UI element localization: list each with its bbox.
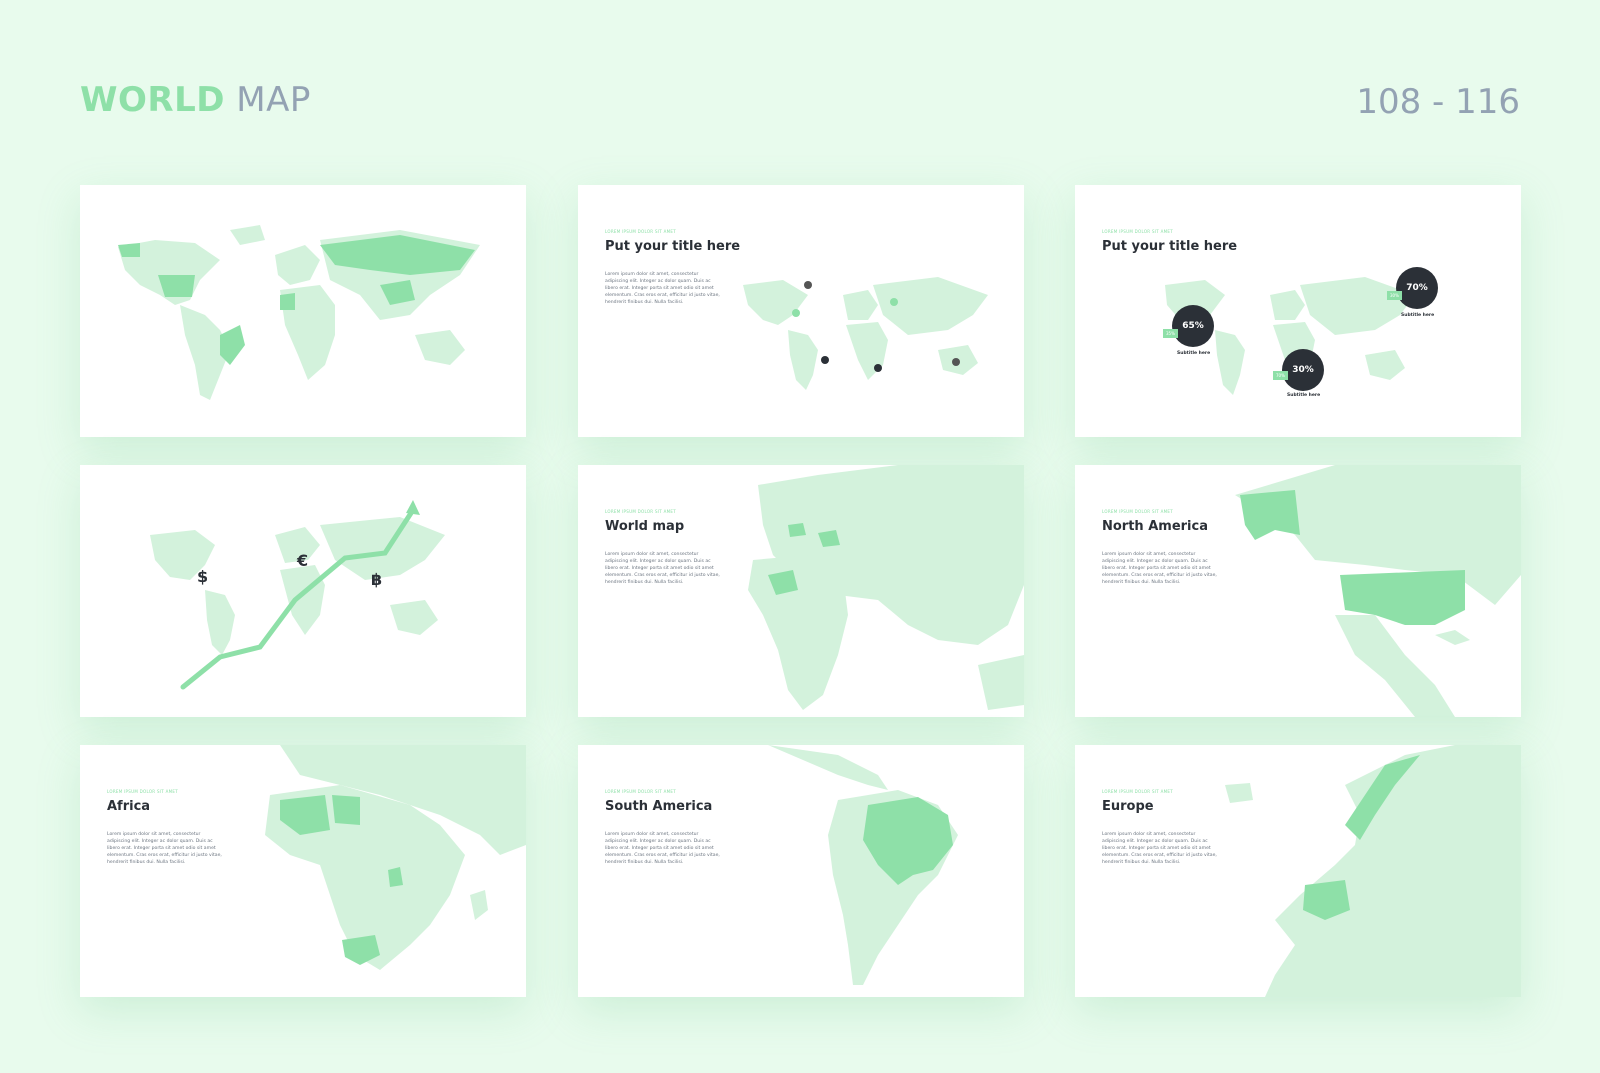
slide-europe[interactable]: LOREM IPSUM DOLOR SIT AMET Europe Lorem …: [1075, 745, 1521, 997]
slide-title: Africa: [107, 799, 151, 814]
africa-map-graphic: [265, 745, 526, 970]
dollar-icon: $: [197, 567, 209, 586]
slide-body: Lorem ipsum dolor sit amet, consectetur …: [1102, 552, 1217, 585]
slide-kicker: LOREM IPSUM DOLOR SIT AMET: [1102, 229, 1173, 234]
stat-subtitle: Subtitle here: [1177, 351, 1211, 356]
slide-kicker: LOREM IPSUM DOLOR SIT AMET: [1102, 509, 1173, 514]
slide-pins[interactable]: LOREM IPSUM DOLOR SIT AMET Put your titl…: [578, 185, 1024, 437]
slide-body: Lorem ipsum dolor sit amet, consectetur …: [605, 552, 720, 585]
slide-title: South America: [605, 799, 713, 814]
title-light: MAP: [236, 80, 311, 120]
slide-world-highlight[interactable]: [80, 185, 526, 437]
stat-bubble: 65%: [1172, 305, 1214, 347]
slide-body: Lorem ipsum dolor sit amet, consectetur …: [107, 832, 222, 865]
world-map-graphic: [118, 225, 480, 400]
slide-body: Lorem ipsum dolor sit amet, consectetur …: [605, 832, 720, 865]
euro-icon: €: [297, 551, 309, 570]
europe-map-graphic: [1225, 745, 1521, 997]
slide-body: Lorem ipsum dolor sit amet, consectetur …: [605, 272, 720, 305]
stat-tag: 70%: [1273, 371, 1288, 380]
stat-bubble: 30%: [1282, 349, 1324, 391]
slide-kicker: LOREM IPSUM DOLOR SIT AMET: [605, 229, 676, 234]
slide-south-america[interactable]: LOREM IPSUM DOLOR SIT AMET South America…: [578, 745, 1024, 997]
slide-kicker: LOREM IPSUM DOLOR SIT AMET: [605, 509, 676, 514]
slide-body: Lorem ipsum dolor sit amet, consectetur …: [1102, 832, 1217, 865]
south-america-map-graphic: [768, 745, 958, 985]
slide-title: North America: [1102, 519, 1208, 534]
slide-north-america[interactable]: LOREM IPSUM DOLOR SIT AMET North America…: [1075, 465, 1521, 717]
stat-tag: 35%: [1163, 329, 1178, 338]
world-map-graphic: [150, 500, 445, 690]
slide-title: World map: [605, 519, 685, 534]
slide-kicker: LOREM IPSUM DOLOR SIT AMET: [107, 789, 178, 794]
stat-bubble: 70%: [1396, 267, 1438, 309]
slide-world-map[interactable]: LOREM IPSUM DOLOR SIT AMET World map Lor…: [578, 465, 1024, 717]
slide-kicker: LOREM IPSUM DOLOR SIT AMET: [605, 789, 676, 794]
world-map-graphic: [748, 465, 1024, 710]
page-title: WORLD MAP: [80, 80, 311, 120]
slide-bubbles[interactable]: LOREM IPSUM DOLOR SIT AMET Put your titl…: [1075, 185, 1521, 437]
north-america-map-graphic: [1235, 465, 1521, 717]
slide-title: Europe: [1102, 799, 1154, 814]
world-map-graphic: [1165, 277, 1415, 395]
slide-title: Put your title here: [605, 239, 741, 254]
stat-tag: 30%: [1387, 291, 1402, 300]
slide-kicker: LOREM IPSUM DOLOR SIT AMET: [1102, 789, 1173, 794]
stat-subtitle: Subtitle here: [1287, 393, 1321, 398]
world-map-graphic: [743, 277, 988, 390]
bitcoin-icon: ฿: [371, 570, 383, 589]
slide-range: 108 - 116: [1356, 82, 1520, 122]
stat-subtitle: Subtitle here: [1401, 313, 1435, 318]
slide-africa[interactable]: LOREM IPSUM DOLOR SIT AMET Africa Lorem …: [80, 745, 526, 997]
title-bold: WORLD: [80, 80, 225, 120]
slide-title: Put your title here: [1102, 239, 1238, 254]
slide-currency[interactable]: $ € ฿: [80, 465, 526, 717]
